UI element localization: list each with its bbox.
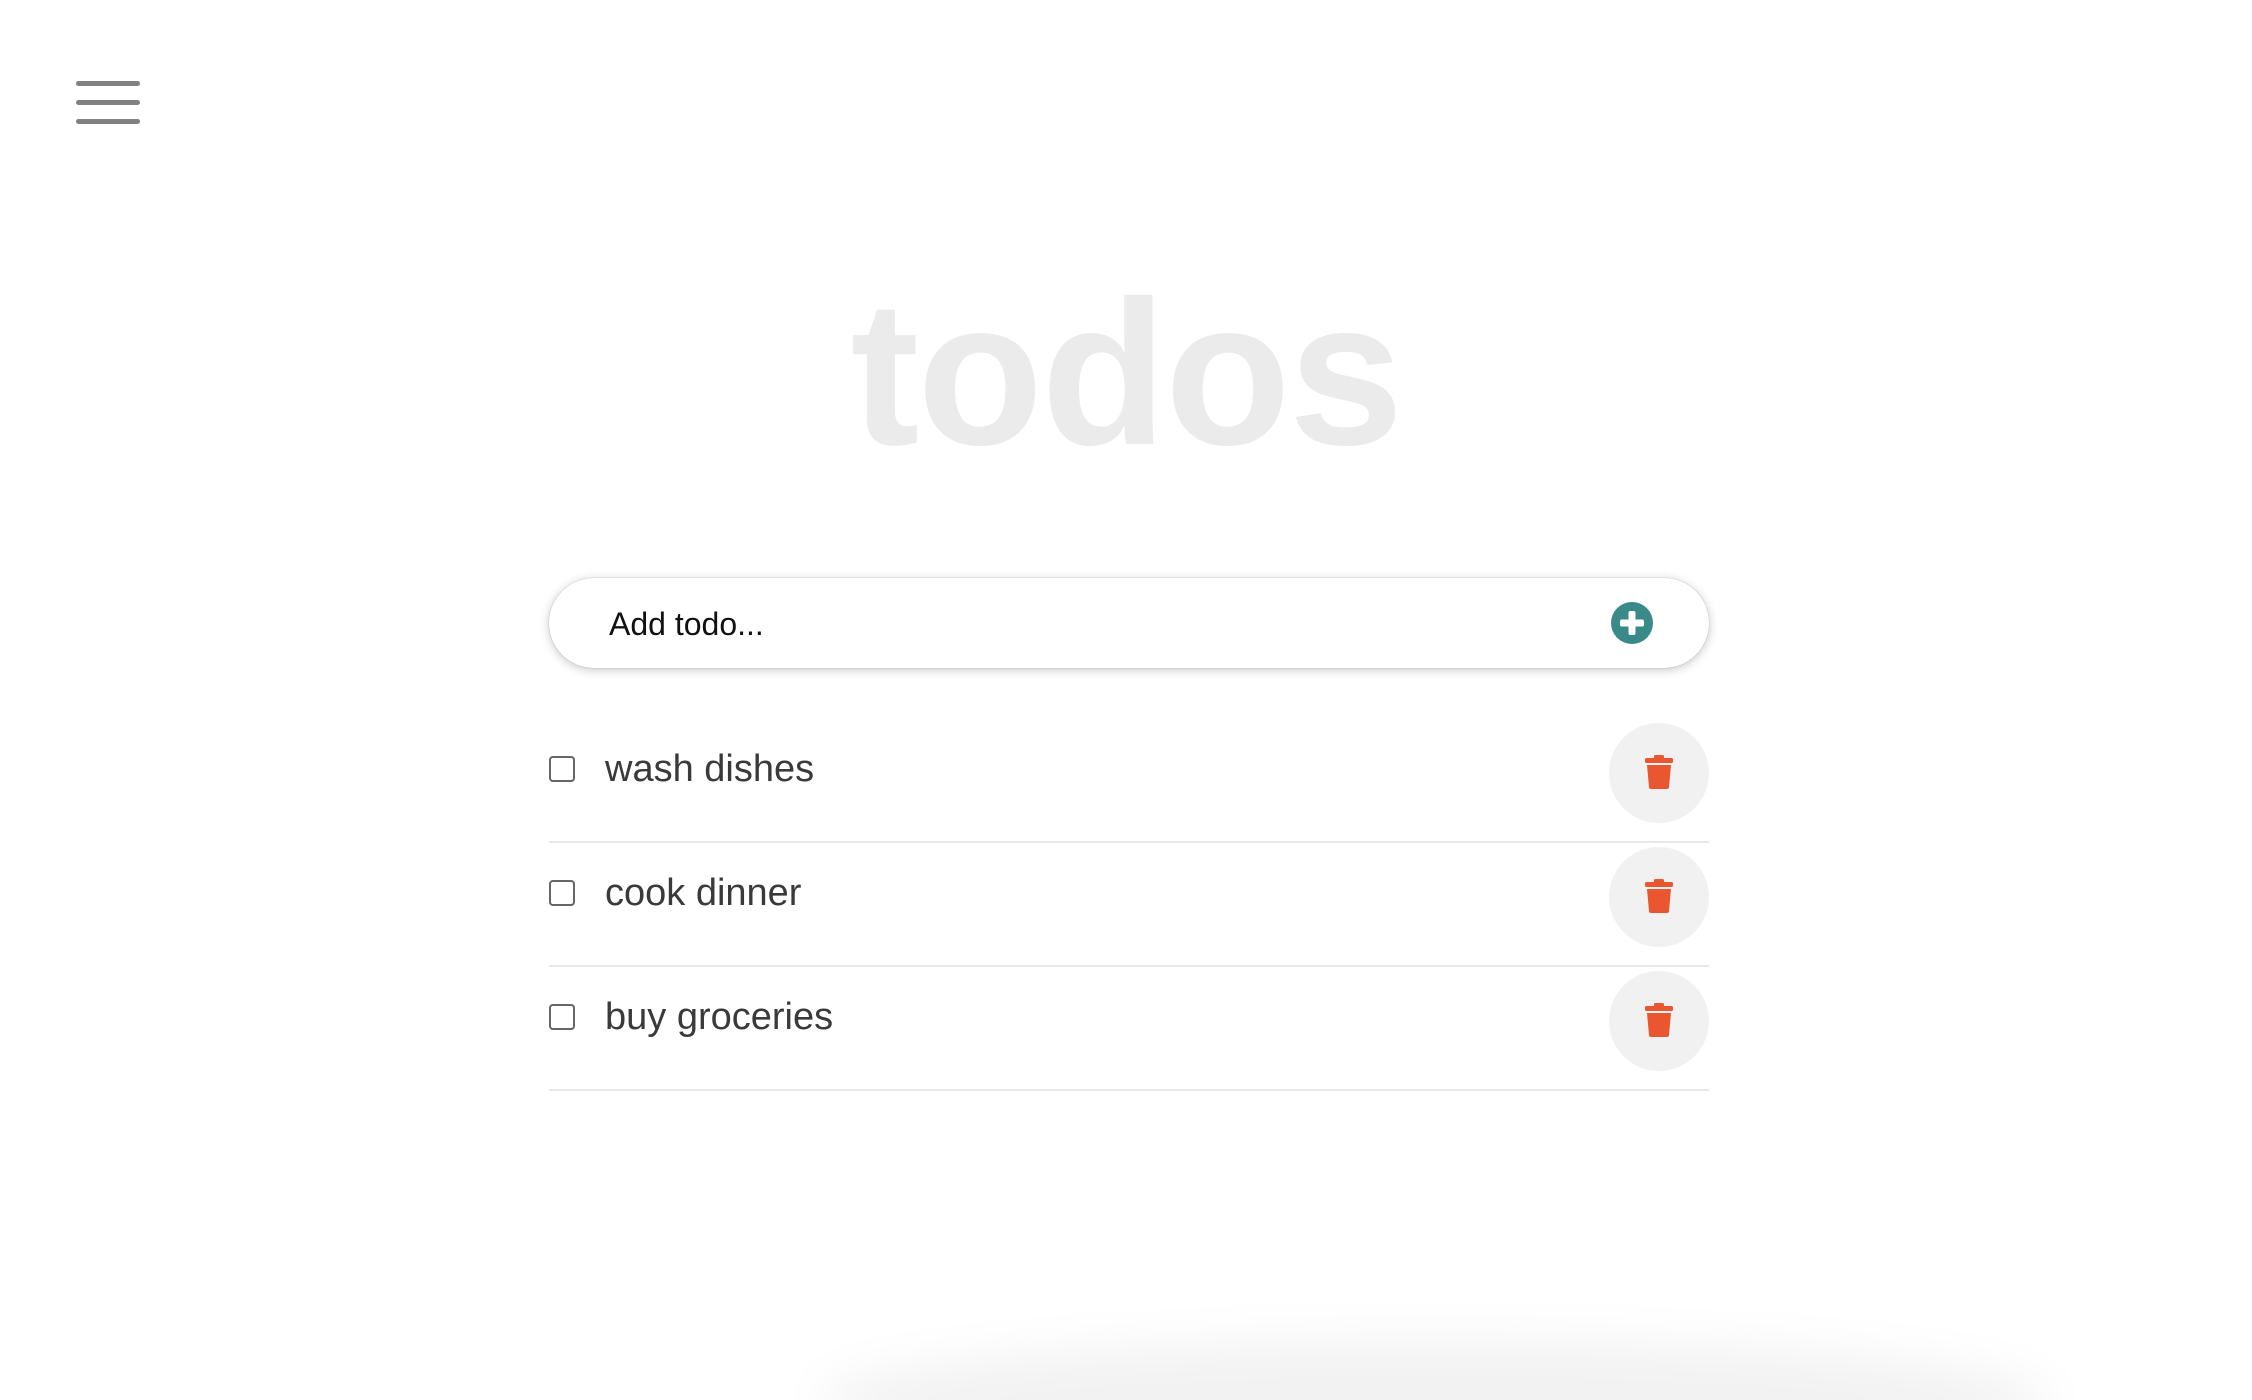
- hamburger-menu-icon[interactable]: [72, 76, 144, 132]
- add-todo-input[interactable]: [607, 598, 1561, 650]
- menu-line: [76, 119, 140, 124]
- todo-checkbox[interactable]: [549, 1004, 575, 1030]
- page-title: todos: [850, 258, 1404, 488]
- plus-circle-icon: [1611, 602, 1653, 644]
- menu-line: [76, 81, 140, 86]
- todo-text: cook dinner: [605, 872, 802, 914]
- todo-item: wash dishes: [549, 720, 1709, 843]
- todo-checkbox[interactable]: [549, 880, 575, 906]
- todo-list: wash dishes cook dinner buy groceries: [549, 720, 1709, 1092]
- todo-item: cook dinner: [549, 844, 1709, 967]
- add-todo-button[interactable]: [1609, 600, 1655, 646]
- todo-text: wash dishes: [605, 748, 815, 790]
- todo-app: todos wash dishes cook di: [0, 0, 2252, 1400]
- trash-icon: [1645, 879, 1673, 913]
- menu-line: [76, 100, 140, 105]
- delete-todo-button[interactable]: [1609, 847, 1709, 947]
- trash-icon: [1645, 755, 1673, 789]
- bottom-shadow: [820, 1340, 2050, 1400]
- todo-item: buy groceries: [549, 968, 1709, 1091]
- todo-checkbox[interactable]: [549, 756, 575, 782]
- todo-text: buy groceries: [605, 996, 834, 1038]
- delete-todo-button[interactable]: [1609, 723, 1709, 823]
- trash-icon: [1645, 1003, 1673, 1037]
- add-todo-bar: [549, 578, 1709, 668]
- delete-todo-button[interactable]: [1609, 971, 1709, 1071]
